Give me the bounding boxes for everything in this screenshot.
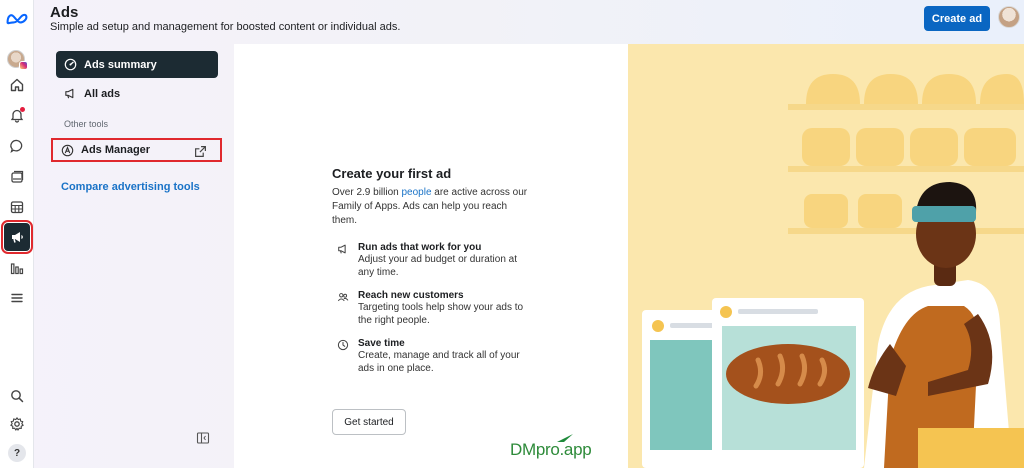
watermark-label: DMpro.app [510, 440, 592, 459]
menu-item-ads-summary[interactable]: Ads summary [56, 51, 218, 78]
insights-icon[interactable] [4, 255, 30, 281]
benefit-item: Save time Create, manage and track all o… [332, 338, 532, 375]
settings-icon[interactable] [4, 411, 30, 437]
people-link[interactable]: people [401, 187, 431, 198]
menu-item-ads-manager[interactable]: Ads Manager [51, 138, 222, 162]
benefit-item: Reach new customers Targeting tools help… [332, 290, 532, 327]
clock-icon [337, 339, 349, 351]
page-subtitle: Simple ad setup and management for boost… [50, 21, 401, 33]
menu-item-label: All ads [84, 87, 121, 100]
content-icon[interactable] [4, 164, 30, 190]
compare-advertising-tools-link[interactable]: Compare advertising tools [61, 181, 200, 193]
watermark-text: DMpro.app [510, 434, 592, 460]
promo-body: Over 2.9 billion people are active acros… [332, 186, 532, 228]
promo-body-text: Over 2.9 billion [332, 187, 402, 198]
main-content-card: Create your first ad Over 2.9 billion pe… [234, 44, 1024, 468]
home-icon[interactable] [4, 72, 30, 98]
benefit-desc: Targeting tools help show your ads to th… [358, 302, 524, 326]
benefit-title: Reach new customers [358, 290, 464, 301]
benefit-desc: Create, manage and track all of your ads… [358, 350, 520, 374]
gauge-icon [64, 58, 77, 71]
collapse-panel-icon[interactable] [196, 431, 210, 445]
account-avatar[interactable] [998, 6, 1020, 28]
benefit-desc: Adjust your ad budget or duration at any… [358, 254, 517, 278]
notifications-icon[interactable] [4, 102, 30, 128]
benefit-title: Run ads that work for you [358, 242, 482, 253]
ads-menu: Ads summary All ads Other tools Ads Mana… [50, 44, 226, 468]
menu-icon[interactable] [4, 285, 30, 311]
paper-plane-icon [557, 434, 573, 442]
ads-icon[interactable] [1, 220, 33, 254]
profile-avatar[interactable] [7, 50, 28, 70]
menu-item-all-ads[interactable]: All ads [56, 80, 218, 107]
help-icon[interactable]: ? [4, 440, 30, 466]
first-ad-promo: Create your first ad Over 2.9 billion pe… [332, 166, 532, 375]
notification-dot [20, 107, 25, 112]
baker-illustration [628, 44, 1024, 468]
messages-icon[interactable] [4, 133, 30, 159]
create-ad-button[interactable]: Create ad [924, 6, 990, 31]
benefit-title: Save time [358, 338, 405, 349]
planner-icon[interactable] [4, 194, 30, 220]
page-title: Ads [50, 4, 79, 21]
nav-rail: ? [0, 0, 34, 468]
menu-item-label: Ads summary [84, 58, 157, 71]
benefit-item: Run ads that work for you Adjust your ad… [332, 242, 532, 279]
menu-item-label: Ads Manager [81, 144, 151, 156]
people-icon [337, 293, 349, 302]
megaphone-icon [65, 88, 74, 99]
megaphone-icon [338, 244, 346, 254]
section-label-other-tools: Other tools [64, 119, 109, 129]
search-icon[interactable] [4, 383, 30, 409]
promo-title: Create your first ad [332, 166, 452, 181]
ads-manager-logo-icon [61, 144, 74, 156]
instagram-badge-icon [19, 61, 28, 70]
get-started-button[interactable]: Get started [332, 409, 406, 435]
meta-logo-icon[interactable] [3, 6, 31, 32]
help-icon-glyph: ? [8, 444, 26, 462]
external-link-icon [195, 146, 206, 157]
